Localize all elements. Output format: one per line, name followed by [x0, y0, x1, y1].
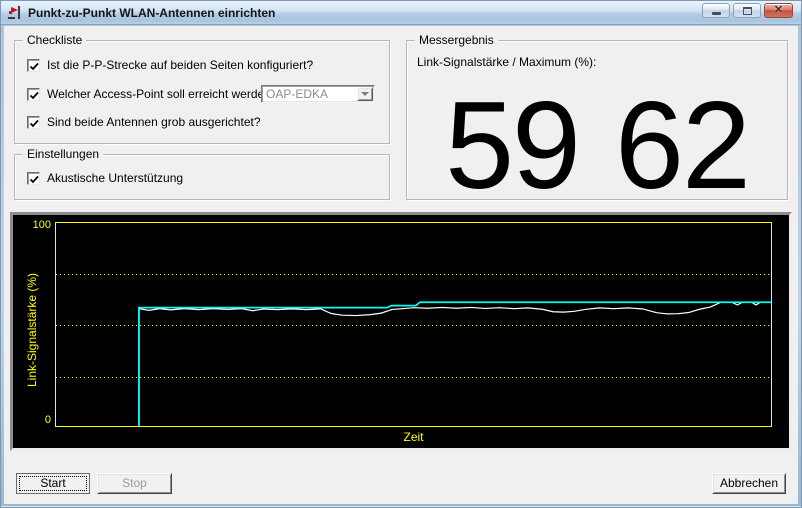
x-axis-title: Zeit — [55, 430, 772, 444]
checkbox-row-pp-strecke: Ist die P-P-Strecke auf beiden Seiten ko… — [27, 58, 313, 72]
groupbox-messergebnis: Messergebnis Link-Signalstärke / Maximum… — [406, 40, 788, 200]
groupbox-messergebnis-title: Messergebnis — [415, 33, 498, 47]
app-icon — [7, 5, 23, 21]
chart-inner: 100 0 Link-Signalstärke (%) Zeit — [13, 215, 789, 448]
signal-chart-panel: 100 0 Link-Signalstärke (%) Zeit — [10, 212, 792, 451]
minimize-icon — [712, 12, 721, 15]
checkbox-akustik-label[interactable]: Akustische Unterstützung — [47, 171, 183, 185]
checkbox-pp-strecke[interactable] — [27, 59, 40, 72]
titlebar: Punkt-zu-Punkt WLAN-Antennen einrichten … — [1, 1, 801, 25]
y-axis-tick-0: 0 — [13, 414, 51, 426]
y-axis-tick-100: 100 — [13, 219, 51, 231]
signal-current-value: 59 — [445, 77, 579, 215]
signal-maximum-caption: Link-Signalstärke / Maximum (%): — [417, 55, 596, 69]
access-point-select-value: OAP-EDKA — [262, 87, 357, 101]
groupbox-checkliste-title: Checkliste — [23, 33, 86, 47]
close-button[interactable]: ✕ — [764, 3, 793, 18]
app-window: Punkt-zu-Punkt WLAN-Antennen einrichten … — [0, 0, 802, 508]
checkbox-row-akustik: Akustische Unterstützung — [27, 171, 183, 185]
groupbox-einstellungen-title: Einstellungen — [23, 147, 103, 161]
signal-value-display: 5962 — [407, 81, 787, 211]
check-icon — [28, 173, 41, 186]
combobox-dropdown-button[interactable] — [357, 87, 373, 101]
checkbox-row-access-point: Welcher Access-Point soll erreicht werde… — [27, 87, 278, 101]
y-axis-title: Link-Signalstärke (%) — [25, 273, 39, 387]
groupbox-checkliste: Checkliste Ist die P-P-Strecke auf beide… — [14, 40, 390, 144]
check-icon — [28, 60, 41, 73]
window-title: Punkt-zu-Punkt WLAN-Antennen einrichten — [28, 6, 275, 20]
start-button[interactable]: Start — [16, 473, 90, 494]
chart-series-svg — [56, 223, 771, 426]
access-point-select[interactable]: OAP-EDKA — [261, 85, 375, 103]
caption-buttons: ✕ — [702, 3, 793, 18]
checkbox-antennen[interactable] — [27, 116, 40, 129]
signal-maximum-value: 62 — [615, 77, 749, 215]
client-area: Checkliste Ist die P-P-Strecke auf beide… — [4, 26, 798, 504]
series-line-maximum — [139, 302, 771, 426]
plot-area — [55, 222, 772, 427]
checkbox-akustik[interactable] — [27, 172, 40, 185]
stop-button[interactable]: Stop — [97, 473, 172, 494]
checkbox-pp-strecke-label[interactable]: Ist die P-P-Strecke auf beiden Seiten ko… — [47, 58, 313, 72]
check-icon — [28, 117, 41, 130]
checkbox-access-point-label[interactable]: Welcher Access-Point soll erreicht werde… — [47, 87, 278, 101]
maximize-icon — [743, 7, 752, 15]
series-line-link-signalst-rke — [139, 302, 771, 426]
groupbox-einstellungen: Einstellungen Akustische Unterstützung — [14, 154, 390, 200]
chevron-down-icon — [361, 92, 369, 96]
checkbox-antennen-label[interactable]: Sind beide Antennen grob ausgerichtet? — [47, 115, 261, 129]
close-icon: ✕ — [774, 5, 783, 16]
checkbox-row-antennen: Sind beide Antennen grob ausgerichtet? — [27, 115, 261, 129]
check-icon — [28, 89, 41, 102]
maximize-button[interactable] — [733, 3, 761, 18]
cancel-button[interactable]: Abbrechen — [712, 473, 786, 494]
minimize-button[interactable] — [702, 3, 730, 18]
checkbox-access-point[interactable] — [27, 88, 40, 101]
